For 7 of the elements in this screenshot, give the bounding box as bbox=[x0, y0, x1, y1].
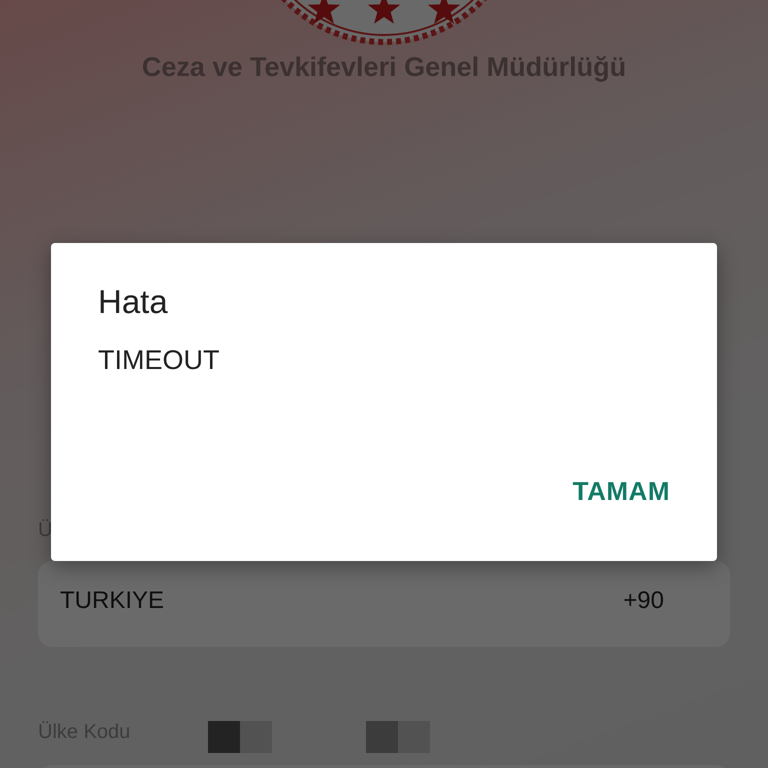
dialog-message: TIMEOUT bbox=[98, 345, 220, 376]
country-value: TURKIYE bbox=[60, 587, 164, 615]
dialog-title: Hata bbox=[98, 283, 169, 321]
country-code: +90 bbox=[623, 587, 664, 615]
country-field[interactable]: TURKIYE +90 bbox=[38, 561, 730, 647]
ok-button[interactable]: TAMAM bbox=[572, 472, 670, 511]
mosaic-icon bbox=[208, 721, 430, 753]
